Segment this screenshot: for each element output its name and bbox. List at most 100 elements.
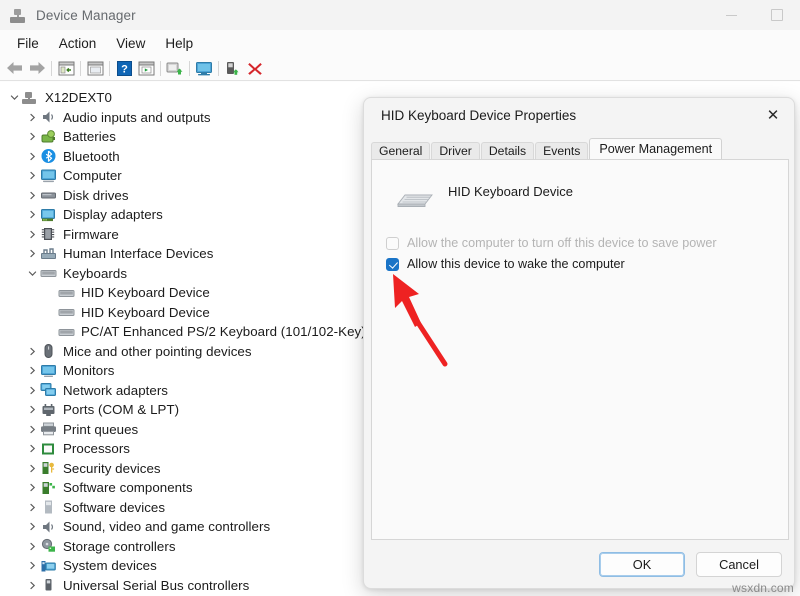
tree-row-display-adapters[interactable]: Display adapters [24,205,163,225]
tree-row-processors[interactable]: Processors [24,439,130,459]
properties-button[interactable] [55,58,77,79]
tree-row-root[interactable]: X12DEXT0 [6,88,112,108]
chevron-right-icon[interactable] [24,347,40,356]
show-hidden-button[interactable] [84,58,106,79]
update-driver-button[interactable] [135,58,157,79]
enable-device-button[interactable] [222,58,244,79]
tree-row-pcat-enhanced-ps2-keyboard[interactable]: PC/AT Enhanced PS/2 Keyboard (101/102-Ke… [58,322,366,342]
help-button[interactable]: ? [113,58,135,79]
chevron-down-icon[interactable] [6,93,22,102]
tree-row-human-interface-devices[interactable]: Human Interface Devices [24,244,213,264]
close-icon[interactable]: ✕ [758,102,788,128]
chevron-right-icon[interactable] [24,191,40,200]
system-device-icon [40,558,57,574]
scan-hardware-icon [166,61,184,76]
ok-button[interactable]: OK [599,552,685,577]
tree-row-sound-video-and-game-controllers[interactable]: Sound, video and game controllers [24,517,270,537]
tree-row-network-adapters[interactable]: Network adapters [24,381,168,401]
tree-label: Storage controllers [63,539,176,554]
tree-row-print-queues[interactable]: Print queues [24,420,138,440]
allow-turn-off-checkbox-row[interactable]: Allow the computer to turn off this devi… [386,236,717,250]
tree-row-storage-controllers[interactable]: Storage controllers [24,537,176,557]
power-management-panel: HID Keyboard Device Allow the computer t… [371,159,789,540]
monitor-icon [40,363,57,379]
chevron-right-icon[interactable] [24,561,40,570]
display-adapter-icon [40,207,57,223]
chevron-right-icon[interactable] [24,171,40,180]
tab-events[interactable]: Events [535,142,588,159]
forward-arrow-icon [28,61,46,75]
keyboard-icon [40,265,57,281]
chevron-right-icon[interactable] [24,483,40,492]
tree-label: Security devices [63,461,161,476]
chevron-right-icon[interactable] [24,542,40,551]
chevron-down-icon[interactable] [24,269,40,278]
chevron-right-icon[interactable] [24,464,40,473]
tree-row-computer[interactable]: Computer [24,166,122,186]
tab-details[interactable]: Details [481,142,534,159]
allow-wake-checkbox-row[interactable]: Allow this device to wake the computer [386,257,625,271]
chevron-right-icon[interactable] [24,444,40,453]
tree-row-software-components[interactable]: Software components [24,478,193,498]
tree-row-security-devices[interactable]: Security devices [24,459,161,479]
tree-row-firmware[interactable]: Firmware [24,225,119,245]
network-adapter-icon [40,382,57,398]
help-question-icon: ? [117,61,132,76]
device-name: HID Keyboard Device [448,184,573,199]
security-device-icon [40,460,57,476]
menu-help[interactable]: Help [155,34,203,53]
chevron-right-icon[interactable] [24,366,40,375]
tree-row-keyboards[interactable]: Keyboards [24,264,127,284]
chevron-right-icon[interactable] [24,152,40,161]
window-title: Device Manager [36,8,136,23]
tree-row-hid-keyboard-device[interactable]: HID Keyboard Device [58,283,210,303]
tree-row-system-devices[interactable]: System devices [24,556,157,576]
window-icon [87,61,104,76]
tree-row-disk-drives[interactable]: Disk drives [24,186,129,206]
tree-row-hid-keyboard-device[interactable]: HID Keyboard Device [58,303,210,323]
cancel-button[interactable]: Cancel [696,552,782,577]
allow-turn-off-checkbox[interactable] [386,237,399,250]
chevron-right-icon[interactable] [24,503,40,512]
chevron-right-icon[interactable] [24,581,40,590]
menu-action[interactable]: Action [49,34,107,53]
tree-scrollbar[interactable] [349,168,358,596]
tree-row-bluetooth[interactable]: Bluetooth [24,147,120,167]
minimize-icon [726,15,737,16]
scan-hardware-button[interactable] [164,58,186,79]
tree-row-audio-inputs-and-outputs[interactable]: Audio inputs and outputs [24,108,211,128]
tree-row-monitors[interactable]: Monitors [24,361,114,381]
chevron-right-icon[interactable] [24,132,40,141]
chevron-right-icon[interactable] [24,386,40,395]
menu-file[interactable]: File [7,34,49,53]
tree-row-ports-com-and-lpt[interactable]: Ports (COM & LPT) [24,400,179,420]
uninstall-device-button[interactable] [244,58,266,79]
tree-row-mice-and-other-pointing-devices[interactable]: Mice and other pointing devices [24,342,252,362]
tree-label: Human Interface Devices [63,246,213,261]
chevron-right-icon[interactable] [24,249,40,258]
back-button[interactable] [4,58,26,79]
chevron-right-icon[interactable] [24,405,40,414]
chevron-right-icon[interactable] [24,230,40,239]
chevron-right-icon[interactable] [24,425,40,434]
device-manager-window: Device Manager File Action View Help [0,0,800,596]
disk-drive-icon [40,187,57,203]
allow-wake-checkbox[interactable] [386,258,399,271]
minimize-button[interactable] [708,0,754,30]
chevron-right-icon[interactable] [24,522,40,531]
maximize-button[interactable] [754,0,800,30]
tree-row-software-devices[interactable]: Software devices [24,498,165,518]
tree-row-universal-serial-bus-controllers[interactable]: Universal Serial Bus controllers [24,576,249,596]
tree-row-batteries[interactable]: Batteries [24,127,116,147]
tab-power-management[interactable]: Power Management [589,138,722,159]
toolbar: ? [0,56,800,81]
tab-driver[interactable]: Driver [431,142,480,159]
computer-button[interactable] [193,58,215,79]
chevron-right-icon[interactable] [24,210,40,219]
forward-button[interactable] [26,58,48,79]
computer-root-icon [22,90,39,106]
menu-view[interactable]: View [106,34,155,53]
chevron-right-icon[interactable] [24,113,40,122]
tab-general[interactable]: General [371,142,430,159]
toolbar-separator [80,61,81,76]
